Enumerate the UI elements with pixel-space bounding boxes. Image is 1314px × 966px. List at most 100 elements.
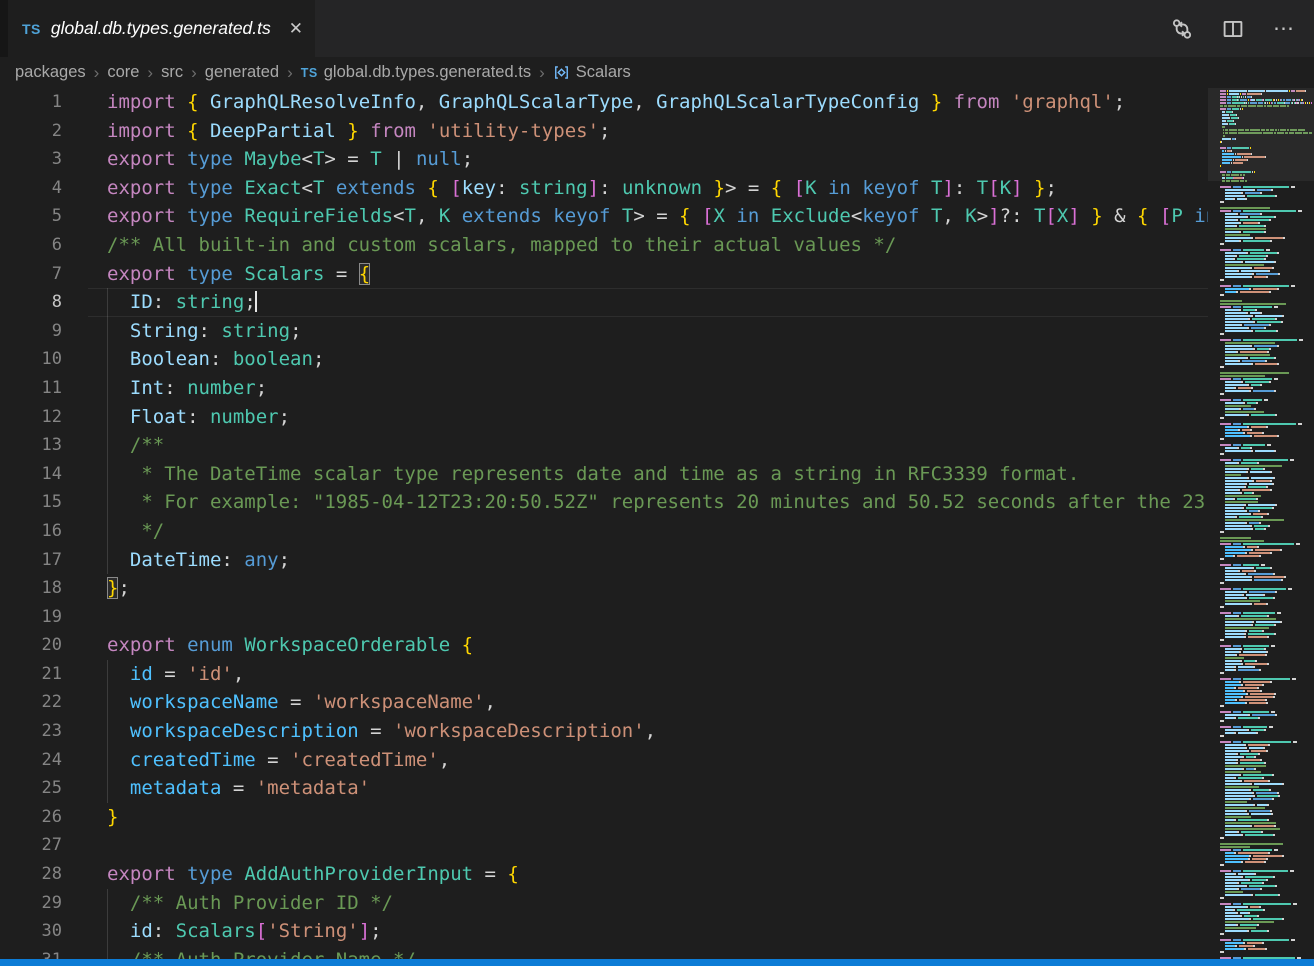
breadcrumb-item-packages[interactable]: packages [15, 63, 86, 82]
split-editor-icon[interactable] [1221, 17, 1245, 41]
code-line[interactable]: 10 Boolean: boolean; [0, 345, 1208, 374]
code-text [107, 831, 1208, 860]
code-line[interactable]: 31 /** Auth Provider Name */ [0, 946, 1208, 959]
breadcrumb-label: Scalars [576, 63, 631, 82]
breadcrumb-item-global-db-types-generated-ts[interactable]: TSglobal.db.types.generated.ts [301, 63, 531, 82]
code-line[interactable]: 20export enum WorkspaceOrderable { [0, 631, 1208, 660]
breadcrumb-separator: › [147, 63, 153, 83]
breadcrumb-separator: › [539, 63, 545, 83]
breadcrumb-label: packages [15, 63, 86, 82]
breadcrumb-item-src[interactable]: src [161, 63, 183, 82]
breadcrumb-item-core[interactable]: core [107, 63, 139, 82]
code-line[interactable]: 7 export type Scalars = { [0, 260, 1208, 289]
code-line[interactable]: 19 [0, 603, 1208, 632]
line-number[interactable]: 7 [0, 260, 62, 289]
code-line[interactable]: 23 workspaceDescription = 'workspaceDesc… [0, 717, 1208, 746]
code-line[interactable]: 16 */ [0, 517, 1208, 546]
code-line[interactable]: 11 Int: number; [0, 374, 1208, 403]
code-line[interactable]: 12 Float: number; [0, 403, 1208, 432]
line-number[interactable]: 21 [0, 660, 62, 689]
line-number[interactable]: 11 [0, 374, 62, 403]
breadcrumb-item-generated[interactable]: generated [205, 63, 279, 82]
line-number[interactable]: 25 [0, 774, 62, 803]
code-line[interactable]: 6/** All built-in and custom scalars, ma… [0, 231, 1208, 260]
breadcrumb-separator: › [191, 63, 197, 83]
breadcrumb-separator: › [94, 63, 100, 83]
line-number[interactable]: 19 [0, 603, 62, 632]
line-number[interactable]: 17 [0, 546, 62, 575]
code-line[interactable]: 5export type RequireFields<T, K extends … [0, 202, 1208, 231]
line-number[interactable]: 3 [0, 145, 62, 174]
line-number[interactable]: 29 [0, 889, 62, 918]
code-line[interactable]: 8 ID: string; [0, 288, 1208, 317]
line-number[interactable]: 12 [0, 403, 62, 432]
code-text: * The DateTime scalar type represents da… [107, 460, 1208, 489]
code-line[interactable]: 3export type Maybe<T> = T | null; [0, 145, 1208, 174]
line-number[interactable]: 20 [0, 631, 62, 660]
code-text: workspaceDescription = 'workspaceDescrip… [107, 717, 1208, 746]
line-number[interactable]: 2 [0, 117, 62, 146]
line-number[interactable]: 30 [0, 917, 62, 946]
code-text: */ [107, 517, 1208, 546]
line-number[interactable]: 15 [0, 488, 62, 517]
code-text: export type Scalars = { [107, 260, 1208, 289]
ts-file-icon: TS [22, 21, 41, 37]
open-changes-icon[interactable] [1170, 17, 1194, 41]
line-number[interactable]: 27 [0, 831, 62, 860]
code-text: Int: number; [107, 374, 1208, 403]
line-number[interactable]: 9 [0, 317, 62, 346]
code-line[interactable]: 29 /** Auth Provider ID */ [0, 889, 1208, 918]
code-line[interactable]: 18}; [0, 574, 1208, 603]
line-number[interactable]: 14 [0, 460, 62, 489]
code-text: /** [107, 431, 1208, 460]
code-text: metadata = 'metadata' [107, 774, 1208, 803]
minimap-slider[interactable] [1208, 88, 1314, 181]
line-number[interactable]: 16 [0, 517, 62, 546]
code-line[interactable]: 22 workspaceName = 'workspaceName', [0, 688, 1208, 717]
breadcrumb-item-scalars[interactable]: Scalars [553, 63, 631, 82]
code-line[interactable]: 28export type AddAuthProviderInput = { [0, 860, 1208, 889]
code-line[interactable]: 26} [0, 803, 1208, 832]
code-text: import { GraphQLResolveInfo, GraphQLScal… [107, 88, 1208, 117]
line-number[interactable]: 26 [0, 803, 62, 832]
minimap[interactable] [1208, 88, 1314, 959]
code-line[interactable]: 24 createdTime = 'createdTime', [0, 746, 1208, 775]
line-number[interactable]: 13 [0, 431, 62, 460]
line-number[interactable]: 18 [0, 574, 62, 603]
ts-file-icon: TS [301, 66, 318, 80]
line-number[interactable]: 10 [0, 345, 62, 374]
close-tab-icon[interactable]: ✕ [289, 20, 303, 37]
code-text: /** Auth Provider Name */ [107, 946, 1208, 959]
line-number[interactable]: 31 [0, 946, 62, 959]
code-line[interactable]: 1 import { GraphQLResolveInfo, GraphQLSca… [0, 88, 1208, 117]
line-number[interactable]: 24 [0, 746, 62, 775]
line-number[interactable]: 1 [0, 88, 62, 117]
code-line[interactable]: 17 DateTime: any; [0, 546, 1208, 575]
code-line[interactable]: 9 String: string; [0, 317, 1208, 346]
code-text: id: Scalars['String']; [107, 917, 1208, 946]
code-line[interactable]: 4export type Exact<T extends { [key: str… [0, 174, 1208, 203]
line-number[interactable]: 22 [0, 688, 62, 717]
code-line[interactable]: 30 id: Scalars['String']; [0, 917, 1208, 946]
code-line[interactable]: 14 * The DateTime scalar type represents… [0, 460, 1208, 489]
code-line[interactable]: 13 /** [0, 431, 1208, 460]
line-number[interactable]: 5 [0, 202, 62, 231]
code-line[interactable]: 2import { DeepPartial } from 'utility-ty… [0, 117, 1208, 146]
tab-global-db-types-generated-ts[interactable]: TS global.db.types.generated.ts ✕ [8, 0, 315, 57]
code-line[interactable]: 25 metadata = 'metadata' [0, 774, 1208, 803]
line-number[interactable]: 28 [0, 860, 62, 889]
code-text: * For example: "1985-04-12T23:20:50.52Z"… [107, 488, 1208, 517]
code-line[interactable]: 15 * For example: "1985-04-12T23:20:50.5… [0, 488, 1208, 517]
code-text: createdTime = 'createdTime', [107, 746, 1208, 775]
code-line[interactable]: 27 [0, 831, 1208, 860]
line-number[interactable]: 4 [0, 174, 62, 203]
code-text: workspaceName = 'workspaceName', [107, 688, 1208, 717]
line-number[interactable]: 8 [0, 288, 62, 317]
code-line[interactable]: 21 id = 'id', [0, 660, 1208, 689]
code-text: DateTime: any; [107, 546, 1208, 575]
line-number[interactable]: 23 [0, 717, 62, 746]
code-text: String: string; [107, 317, 1208, 346]
line-number[interactable]: 6 [0, 231, 62, 260]
more-actions-icon[interactable]: ⋯ [1272, 17, 1296, 41]
code-editor[interactable]: 1 import { GraphQLResolveInfo, GraphQLSca… [0, 88, 1208, 959]
